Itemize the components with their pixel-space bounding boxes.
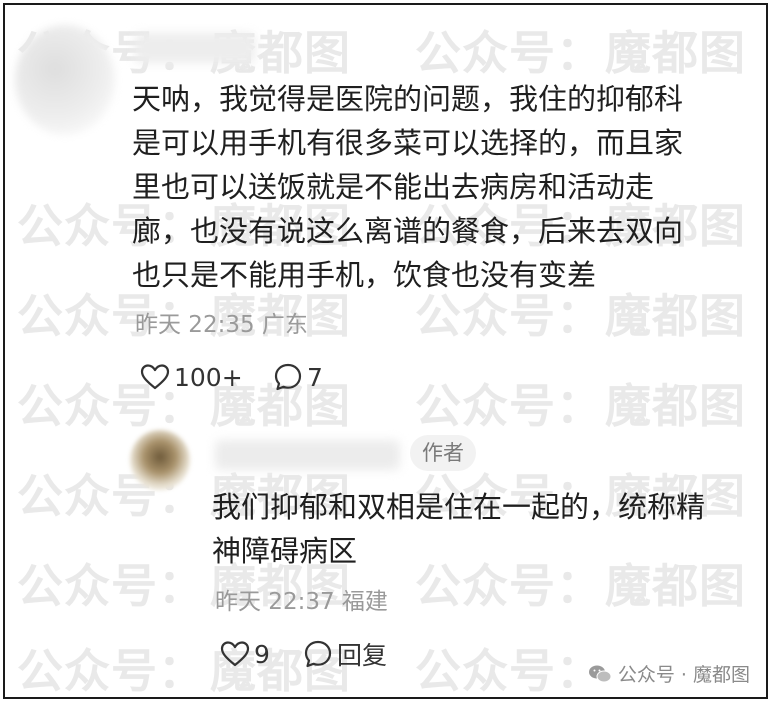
corner-watermark: 公众号 · 魔都图 (588, 660, 750, 687)
watermark-text: 魔都图 (605, 379, 746, 433)
comment-bubble-icon (303, 639, 333, 669)
comment-button[interactable]: 7 (273, 360, 323, 394)
reply-like-count: 9 (254, 639, 270, 669)
reply-meta: 昨天 22:37 福建 (215, 587, 388, 617)
comment-time: 昨天 22:35 (135, 312, 255, 338)
author-badge: 作者 (410, 435, 476, 471)
corner-watermark-text: 公众号 · 魔都图 (617, 664, 750, 686)
reply-button[interactable]: 回复 (303, 637, 387, 671)
reply-button-label: 回复 (337, 641, 388, 670)
comment-text: 天呐，我觉得是医院的问题，我住的抑郁科 是可以用手机有很多菜可以选择的，而且家 … (132, 82, 684, 292)
like-button[interactable]: 100+ (140, 360, 243, 394)
comment-thread-panel: 公众号： 魔都图 公众号： 魔都图 公众号： 魔都图 公众号： 魔都图 公众号：… (3, 3, 768, 699)
reply-like-button[interactable]: 9 (220, 637, 270, 671)
comment-bubble-icon (273, 362, 303, 392)
heart-icon (140, 363, 170, 391)
watermark-text: 公众号： (17, 559, 205, 613)
reply-time: 昨天 22:37 (215, 589, 335, 615)
username-blurred[interactable] (135, 33, 255, 63)
reply-text: 我们抑郁和双相是住在一起的，统称精 神障碍病区 (212, 490, 706, 568)
heart-icon (220, 640, 250, 668)
wechat-icon (588, 664, 612, 684)
reply-location: 福建 (341, 589, 388, 615)
watermark-text: 公众号： (415, 644, 603, 698)
comment-meta: 昨天 22:35 广东 (135, 310, 308, 340)
reply-username-blurred[interactable] (215, 440, 400, 470)
watermark-text: 公众号： (415, 379, 603, 433)
watermark-text: 公众号： (17, 644, 205, 698)
avatar[interactable] (15, 25, 115, 135)
reply-avatar[interactable] (130, 430, 190, 490)
like-count: 100+ (174, 362, 243, 392)
comment-count: 7 (307, 362, 323, 392)
watermark-text: 公众号： (415, 26, 603, 80)
watermark-text: 魔都图 (605, 26, 746, 80)
comment-location: 广东 (261, 312, 308, 338)
